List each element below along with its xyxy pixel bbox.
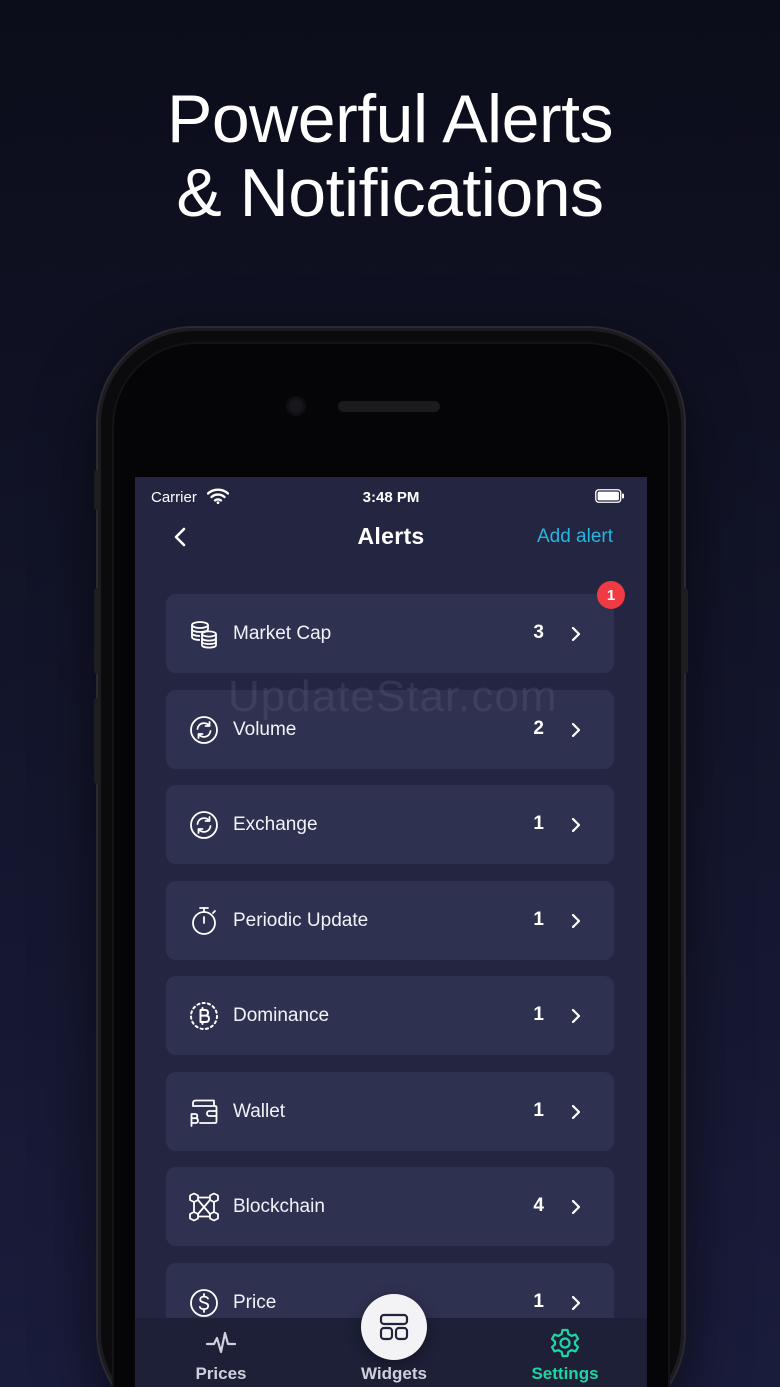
- add-alert-button[interactable]: Add alert: [537, 526, 613, 548]
- refresh-circle-icon: [190, 715, 218, 744]
- alert-label: Price: [233, 1291, 277, 1313]
- chevron-right-icon: [571, 817, 581, 833]
- front-camera: [286, 396, 306, 416]
- pulse-icon: [205, 1331, 237, 1354]
- blockchain-nodes-icon: [189, 1192, 219, 1222]
- battery-icon: [595, 489, 625, 507]
- coins-stack-icon: [191, 621, 217, 649]
- chevron-right-icon: [571, 722, 581, 737]
- wallet-icon: [190, 1099, 218, 1127]
- chevron-right-icon: [571, 1199, 581, 1215]
- power-button: [682, 588, 688, 674]
- tab-prices[interactable]: Prices: [166, 1318, 276, 1387]
- alert-item-dominance[interactable]: Dominance 1: [166, 976, 614, 1055]
- headline-line-2: & Notifications: [176, 155, 604, 231]
- alert-item-exchange[interactable]: Exchange 1: [166, 785, 614, 864]
- gear-icon: [550, 1328, 580, 1358]
- alert-item-wallet[interactable]: Wallet 1: [166, 1071, 614, 1151]
- mute-switch: [94, 470, 100, 510]
- alert-count: 1: [533, 1004, 544, 1025]
- volume-down-button: [94, 698, 100, 784]
- status-bar: Carrier 3:48 PM: [135, 487, 647, 509]
- alert-label: Exchange: [233, 814, 318, 835]
- alert-count: 1: [533, 1290, 544, 1312]
- headline-line-1: Powerful Alerts: [166, 81, 614, 157]
- alert-count: 1: [533, 1099, 544, 1121]
- alert-count: 4: [533, 1195, 544, 1216]
- chevron-right-icon: [571, 913, 581, 928]
- alert-count: 3: [533, 622, 544, 643]
- notification-badge: 1: [597, 581, 625, 609]
- alert-item-blockchain[interactable]: Blockchain 4: [166, 1167, 614, 1246]
- alert-count: 1: [533, 908, 544, 930]
- status-time: 3:48 PM: [362, 489, 420, 506]
- tab-label: Widgets: [361, 1364, 427, 1383]
- alert-label: Blockchain: [233, 1196, 325, 1217]
- alert-item-periodic-update[interactable]: Periodic Update 1: [166, 880, 614, 960]
- chevron-right-icon: [571, 1295, 581, 1310]
- tab-label: Settings: [531, 1364, 599, 1383]
- earpiece-speaker: [338, 401, 440, 412]
- tab-settings[interactable]: Settings: [510, 1318, 620, 1387]
- alert-label: Wallet: [233, 1100, 286, 1122]
- tab-bar: Prices Widgets Settings: [135, 1294, 647, 1387]
- chevron-right-icon: [571, 1104, 581, 1119]
- volume-up-button: [94, 588, 100, 674]
- exchange-circle-icon: [190, 811, 218, 839]
- alert-item-market-cap[interactable]: Market Cap 3 1: [166, 581, 625, 673]
- phone-screen: Carrier 3:48 PM Alerts Add alert Market …: [135, 477, 647, 1387]
- bitcoin-dotted-icon: [190, 1002, 218, 1030]
- dollar-circle-icon: [190, 1288, 218, 1317]
- chevron-right-icon: [571, 626, 581, 642]
- nav-bar: Alerts Add alert: [135, 517, 647, 561]
- tab-widgets[interactable]: Widgets: [339, 1318, 449, 1387]
- stopwatch-icon: [192, 906, 216, 935]
- watermark: UpdateStar.com: [228, 672, 558, 721]
- promo-headline: Powerful Alerts & Notifications: [0, 82, 780, 230]
- alert-label: Market Cap: [233, 623, 332, 644]
- chevron-right-icon: [571, 1008, 581, 1024]
- alert-count: 1: [533, 813, 544, 834]
- alert-label: Dominance: [233, 1005, 330, 1026]
- tab-label: Prices: [195, 1364, 247, 1383]
- alert-label: Periodic Update: [233, 909, 369, 931]
